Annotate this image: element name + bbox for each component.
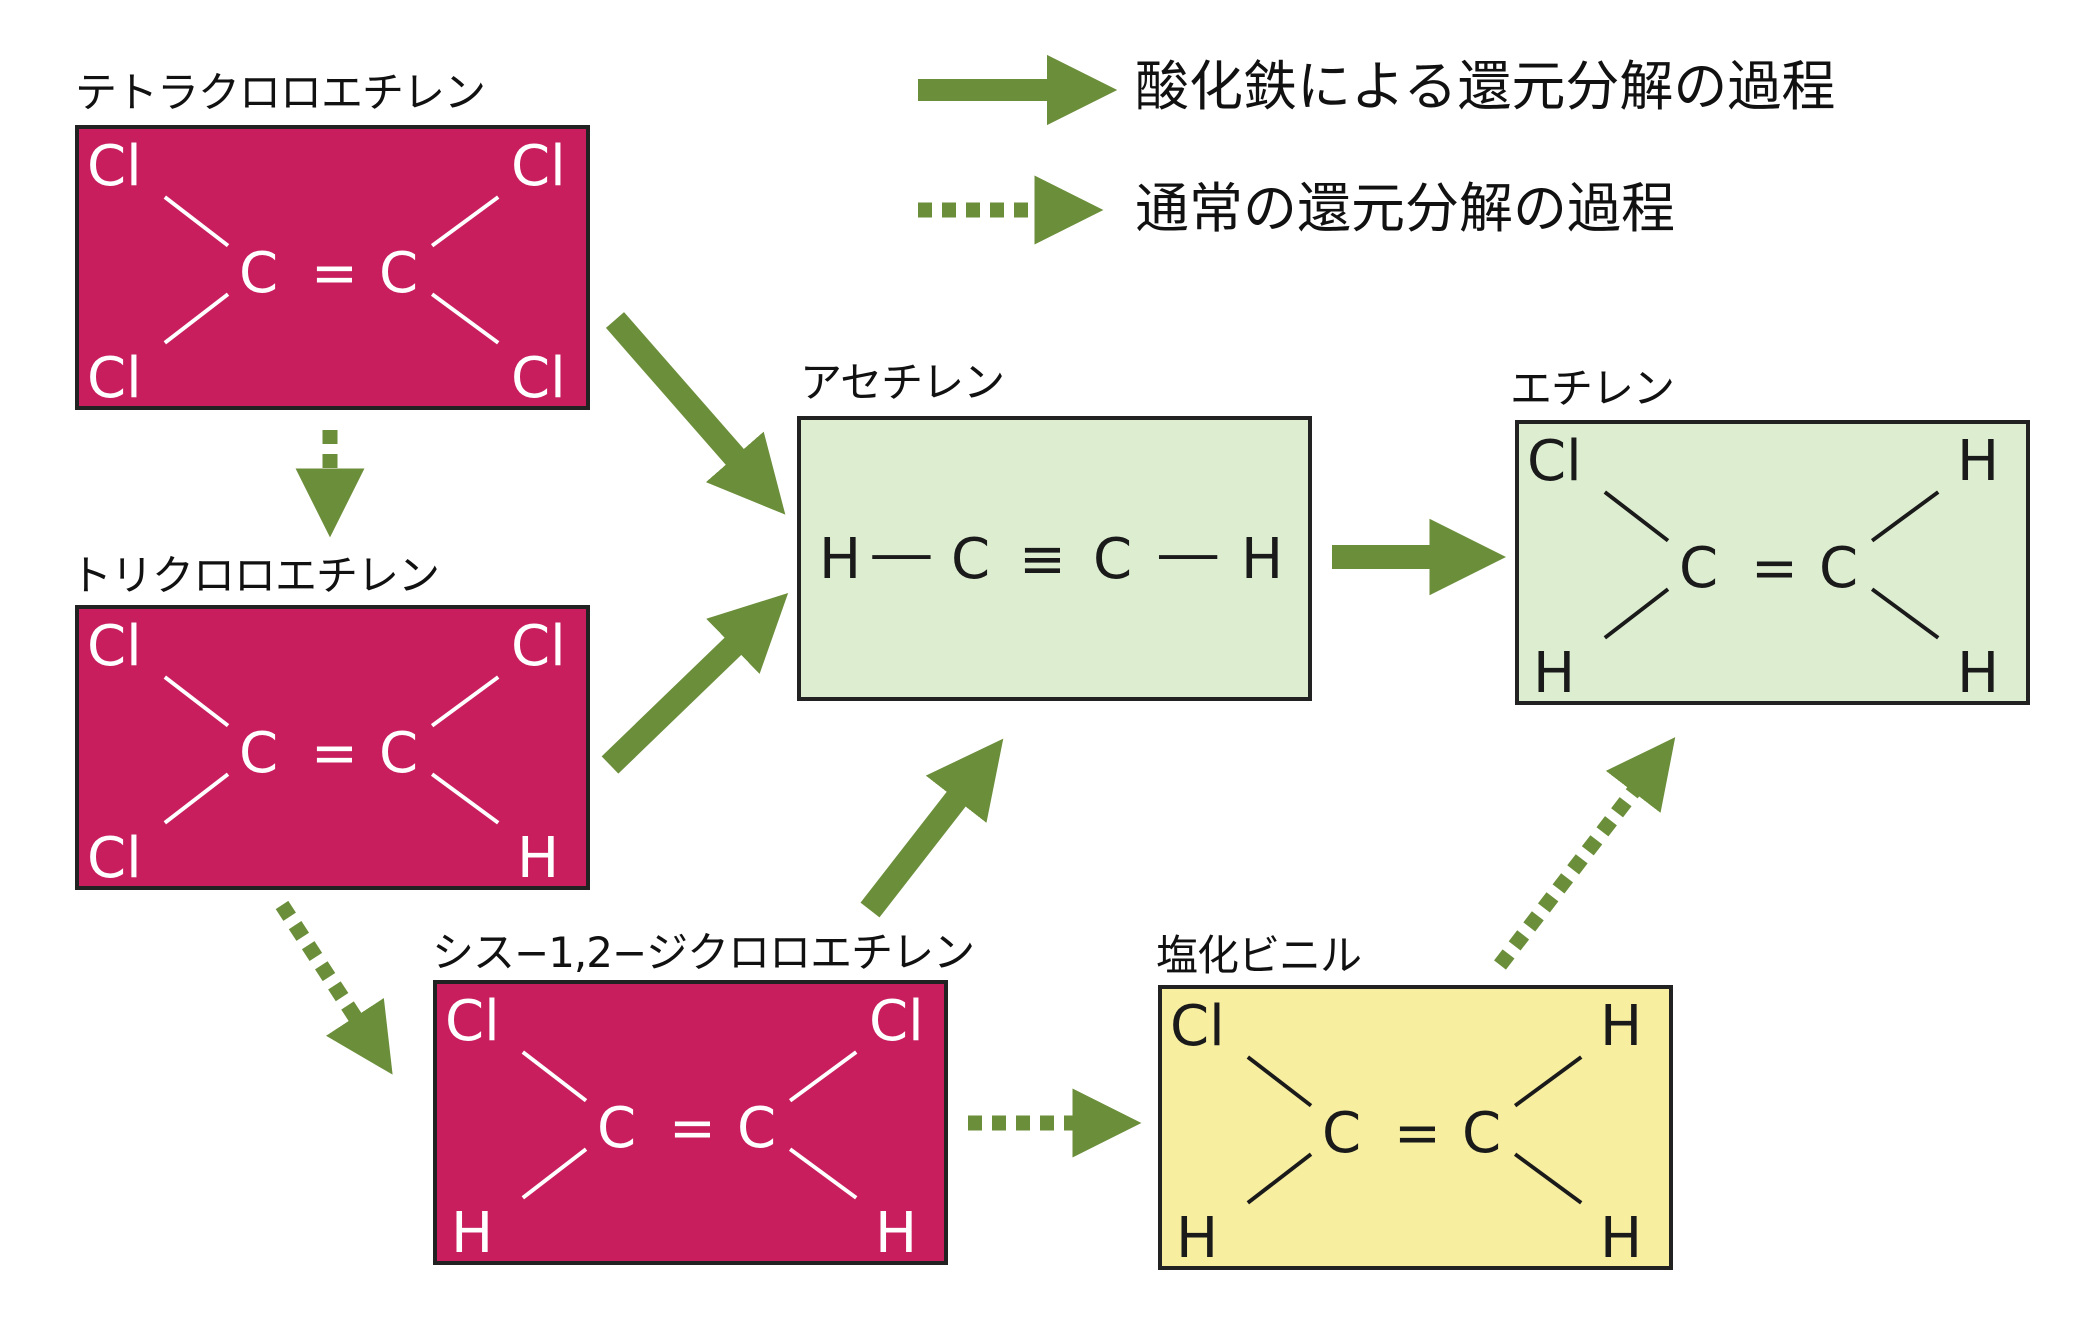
arrow-trichloroethylene-to-dichloroethylene	[275, 900, 393, 1075]
trichloroethylene-label: トリクロロエチレン	[70, 551, 440, 600]
carbon-right: C	[1819, 536, 1859, 601]
carbon-right: C	[379, 721, 419, 786]
cis-dichloroethylene-structure: Cl Cl H H C = C	[433, 980, 948, 1265]
double-bond: =	[669, 1096, 716, 1161]
arrow-vinyl-chloride-to-ethylene	[1494, 737, 1676, 970]
legend-dotted-label: 通常の還元分解の過程	[1135, 177, 1675, 240]
atom-bottom-right: Cl	[511, 346, 566, 411]
atom-bottom-left: H	[1533, 641, 1576, 706]
carbon-right: C	[379, 241, 419, 306]
atom-bottom-right: H	[875, 1201, 918, 1266]
atom-top-right: Cl	[869, 989, 924, 1054]
atom-bottom-left: H	[1176, 1206, 1219, 1271]
carbon-right: C	[1462, 1101, 1502, 1166]
trichloroethylene-structure: Cl Cl Cl H C = C	[75, 605, 590, 890]
atom-top-left: Cl	[87, 134, 142, 199]
legend-solid-label: 酸化鉄による還元分解の過程	[1135, 55, 1836, 118]
atom-top-right: Cl	[511, 614, 566, 679]
acetylene-label: アセチレン	[800, 358, 1005, 407]
atom-bottom-left: H	[451, 1201, 494, 1266]
carbon-left: C	[1679, 536, 1719, 601]
acetylene-structure: H C ≡ C H	[797, 416, 1312, 701]
atom-bottom-left: Cl	[87, 346, 142, 411]
carbon-left: C	[239, 721, 279, 786]
arrow-trichloroethylene-to-acetylene	[601, 592, 789, 774]
atom-top-right: H	[1957, 429, 2000, 494]
arrow-dichloroethylene-to-acetylene	[860, 738, 1004, 918]
double-bond: =	[311, 241, 358, 306]
double-bond: =	[311, 721, 358, 786]
ethylene-structure: Cl H H H C = C	[1515, 420, 2030, 705]
carbon-right: C	[737, 1096, 777, 1161]
ethylene-label: エチレン	[1510, 364, 1675, 413]
atom-top-right: Cl	[511, 134, 566, 199]
atom-right: H	[1241, 527, 1284, 592]
atom-bottom-right: H	[1600, 1206, 1643, 1271]
atom-bottom-right: H	[517, 826, 560, 891]
atom-bottom-left: Cl	[87, 826, 142, 891]
atom-top-right: H	[1600, 994, 1643, 1059]
atom-top-left: Cl	[1170, 994, 1225, 1059]
vinyl-chloride-structure: Cl H H H C = C	[1158, 985, 1673, 1270]
carbon-left: C	[1322, 1101, 1362, 1166]
carbon-left: C	[597, 1096, 637, 1161]
arrow-tetrachloroethylene-to-acetylene	[605, 312, 786, 515]
carbon-right: C	[1093, 527, 1133, 592]
vinyl-chloride-label: 塩化ビニル	[1156, 931, 1362, 980]
double-bond: =	[1394, 1101, 1441, 1166]
tetrachloroethylene-label: テトラクロロエチレン	[75, 68, 486, 117]
carbon-left: C	[239, 241, 279, 306]
triple-bond: ≡	[1019, 527, 1066, 592]
carbon-left: C	[951, 527, 991, 592]
atom-top-left: Cl	[1527, 429, 1582, 494]
tetrachloroethylene-structure: Cl Cl Cl Cl C = C	[75, 125, 590, 410]
atom-top-left: Cl	[445, 989, 500, 1054]
cis-dichloroethylene-label: シス−1,2−ジクロロエチレン	[432, 928, 975, 977]
double-bond: =	[1751, 536, 1798, 601]
atom-top-left: Cl	[87, 614, 142, 679]
atom-bottom-right: H	[1957, 641, 2000, 706]
atom-left: H	[819, 527, 862, 592]
